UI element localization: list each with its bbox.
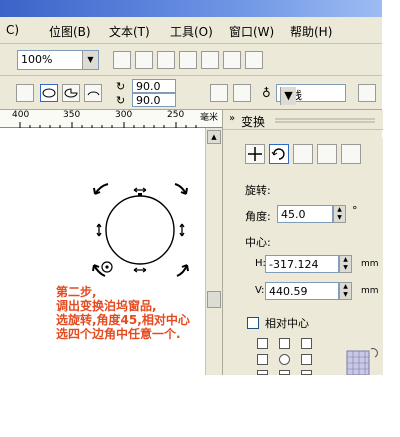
horizontal-ruler: 400 350 300 250 毫米 (0, 110, 222, 128)
arc-direction-icon[interactable] (16, 84, 34, 102)
transform-preview-icon (346, 348, 378, 375)
end-angle-field[interactable]: 90.0 (132, 93, 176, 107)
docker-body: 旋转: 角度: 45.0 ▲ ▼ ° 中心: H: -317.124 ▲ ▼ mm … (243, 138, 383, 375)
drawing-canvas[interactable]: 第二步, 调出变换泊坞窗品, 选旋转,角度45,相对中心 选四个边角中任意一个. (0, 128, 205, 375)
arc-mode-icon[interactable] (84, 84, 102, 102)
skew-tab-icon[interactable] (341, 144, 361, 164)
menu-item-bitmap[interactable]: 位图(B) (49, 23, 91, 40)
center-h-value: -317.124 (269, 258, 319, 271)
angle-start-icon: ↻ (116, 80, 126, 93)
options-icon[interactable] (179, 51, 197, 69)
menu-item-edit-partial[interactable]: C) (6, 23, 19, 37)
ruler-tick: 350 (63, 110, 81, 120)
degree-unit: ° (352, 204, 358, 217)
zoom-level-select[interactable]: 100% ▼ (17, 50, 99, 70)
cube-icon[interactable] (223, 51, 241, 69)
settings-icon[interactable] (201, 51, 219, 69)
docker-grip (275, 118, 375, 123)
anchor-bottom-right[interactable] (301, 370, 312, 375)
full-screen-preview-icon[interactable] (135, 51, 153, 69)
center-h-input[interactable]: -317.124 (265, 255, 339, 273)
caption-line-1: 第二步, (56, 285, 97, 299)
center-v-input[interactable]: 440.59 (265, 282, 339, 300)
menu-item-text[interactable]: 文本(T) (109, 23, 150, 40)
start-angle-field[interactable]: 90.0 (132, 79, 176, 93)
zoom-level-value: 100% (21, 53, 53, 66)
docker-title: 变换 (241, 115, 266, 129)
anchor-bottom-left[interactable] (257, 370, 268, 375)
angle-spinner[interactable]: ▲ ▼ (333, 205, 346, 223)
v-unit: mm (361, 286, 379, 296)
h-unit: mm (361, 259, 379, 269)
ruler-tick: 300 (115, 110, 133, 120)
anchor-top-center[interactable] (279, 338, 290, 349)
menu-item-tools[interactable]: 工具(O) (170, 23, 213, 40)
center-h-spinner[interactable]: ▲ ▼ (339, 255, 352, 273)
pen-icon: ♁ (262, 86, 271, 100)
size-tab-icon[interactable] (317, 144, 337, 164)
relative-center-checkbox[interactable] (247, 317, 259, 329)
relative-center-label: 相对中心 (265, 317, 309, 330)
angle-input[interactable]: 45.0 (277, 205, 333, 223)
angle-end-icon: ↻ (116, 94, 126, 107)
angle-value: 45.0 (281, 208, 306, 221)
ruler-tick: 400 (12, 110, 30, 120)
ruler-tick: 250 (167, 110, 185, 120)
anchor-bottom-center[interactable] (279, 370, 290, 375)
caption-line-3: 选旋转,角度45,相对中心 (56, 313, 190, 327)
wrap-text-icon[interactable] (233, 84, 251, 102)
anchor-top-right[interactable] (301, 338, 312, 349)
v-label: V: (255, 285, 265, 296)
ellipse-mode-icon[interactable] (40, 84, 58, 102)
menu-item-window[interactable]: 窗口(W) (229, 23, 274, 40)
position-tab-icon[interactable] (245, 144, 265, 164)
convert-to-curves-icon[interactable] (358, 84, 376, 102)
rotate-label: 旋转: (245, 184, 271, 197)
center-v-spinner[interactable]: ▲ ▼ (339, 282, 352, 300)
end-angle-value: 90.0 (136, 94, 161, 107)
scroll-up-arrow-icon[interactable]: ▲ (207, 130, 221, 144)
hint-icon[interactable] (245, 51, 263, 69)
center-label: 中心: (245, 236, 271, 249)
chevron-down-icon[interactable]: ▼ (82, 51, 98, 69)
center-v-value: 440.59 (269, 285, 308, 298)
direction-toggle-icon[interactable] (210, 84, 228, 102)
export-icon[interactable] (157, 51, 175, 69)
chevron-down-icon[interactable]: ▼ (280, 87, 296, 105)
menu-bar: C) 位图(B) 文本(T) 工具(O) 窗口(W) 帮助(H) (0, 17, 382, 44)
angle-label: 角度: (245, 210, 271, 223)
outline-width-select[interactable]: 细线 ▼ (276, 84, 346, 105)
caption-line-4: 选四个边角中任意一个. (56, 327, 181, 341)
app-launcher-icon[interactable] (113, 51, 131, 69)
start-angle-value: 90.0 (136, 80, 161, 93)
vertical-scrollbar[interactable]: ▲ (205, 128, 222, 375)
scroll-thumb[interactable] (207, 291, 221, 308)
menu-item-help[interactable]: 帮助(H) (290, 23, 332, 40)
window-title-bar (0, 0, 382, 17)
rotate-tab-icon[interactable] (269, 144, 289, 164)
anchor-middle-right[interactable] (301, 354, 312, 365)
caption-line-2: 调出变换泊坞窗品, (56, 299, 157, 313)
anchor-center[interactable] (279, 354, 290, 365)
docker-collapse-icon[interactable]: » (229, 113, 235, 124)
anchor-top-left[interactable] (257, 338, 268, 349)
transform-docker: » 变换 旋转: 角度: 45.0 ▲ ▼ ° 中心: H: -317.124 ▲… (222, 110, 383, 375)
anchor-middle-left[interactable] (257, 354, 268, 365)
scale-mirror-tab-icon[interactable] (293, 144, 313, 164)
pie-mode-icon[interactable] (62, 84, 80, 102)
docker-header: » 变换 (223, 110, 383, 130)
